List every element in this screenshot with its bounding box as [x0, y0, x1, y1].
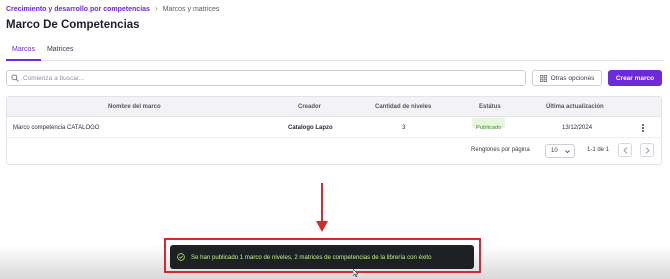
success-toast: Se han publicado 1 marco de niveles, 2 m… [170, 245, 474, 269]
other-options-label: Otras opciones [550, 74, 595, 82]
search-input[interactable] [23, 74, 513, 82]
chevron-right-icon: › [154, 4, 158, 13]
chevron-right-icon [645, 146, 650, 154]
cell-levels: 3 [402, 125, 406, 131]
breadcrumb-current: Marcos y matrices [162, 5, 220, 13]
rows-per-page-select[interactable]: 10 [545, 144, 575, 158]
next-page-button[interactable] [640, 143, 654, 157]
rows-per-page-value: 10 [551, 148, 558, 154]
toast-message: Se han publicado 1 marco de niveles, 2 m… [191, 253, 432, 261]
tab-matrices[interactable]: Matrices [41, 44, 79, 61]
cell-updated: 13/12/2024 [562, 125, 593, 131]
breadcrumb: Crecimiento y desarrollo por competencia… [6, 4, 219, 14]
grid-icon [539, 74, 547, 82]
column-header-levels[interactable]: Cantidad de niveles [375, 97, 431, 117]
pagination: Renglones por página 10 1-1 de 1 [7, 143, 661, 159]
column-header-status[interactable]: Estátus [479, 97, 501, 117]
page-range: 1-1 de 1 [587, 147, 610, 153]
tab-bar: Marcos Matrices [6, 44, 664, 61]
column-header-name[interactable]: Nombre del marco [108, 97, 161, 117]
cell-creator: Catalogo Lapzo [288, 125, 333, 131]
table-row[interactable]: Marco competencia CATALOGO Catalogo Lapz… [7, 118, 661, 138]
mouse-cursor-icon [353, 269, 358, 277]
breadcrumb-parent-link[interactable]: Crecimiento y desarrollo por competencia… [6, 6, 150, 13]
chevron-down-icon [565, 150, 570, 154]
frameworks-table: Nombre del marco Creador Cantidad de niv… [6, 96, 662, 165]
status-badge: Publicado [472, 118, 506, 131]
create-framework-button[interactable]: Crear marco [608, 70, 662, 86]
chevron-left-icon [622, 146, 627, 154]
table-header: Nombre del marco Creador Cantidad de niv… [7, 97, 661, 117]
page-title: Marco De Competencias [6, 19, 140, 31]
annotation-arrow [316, 183, 328, 232]
search-icon [11, 74, 19, 82]
tab-marcos[interactable]: Marcos [6, 44, 41, 61]
kebab-menu-icon[interactable] [640, 122, 646, 134]
column-header-updated[interactable]: Última actualización [546, 97, 604, 117]
column-header-creator[interactable]: Creador [298, 97, 321, 117]
previous-page-button[interactable] [618, 143, 632, 157]
cell-name: Marco competencia CATALOGO [13, 125, 100, 131]
other-options-button[interactable]: Otras opciones [532, 70, 602, 86]
rows-per-page-label: Renglones por página [471, 147, 530, 153]
search-box [6, 70, 526, 86]
check-circle-icon [177, 253, 185, 261]
